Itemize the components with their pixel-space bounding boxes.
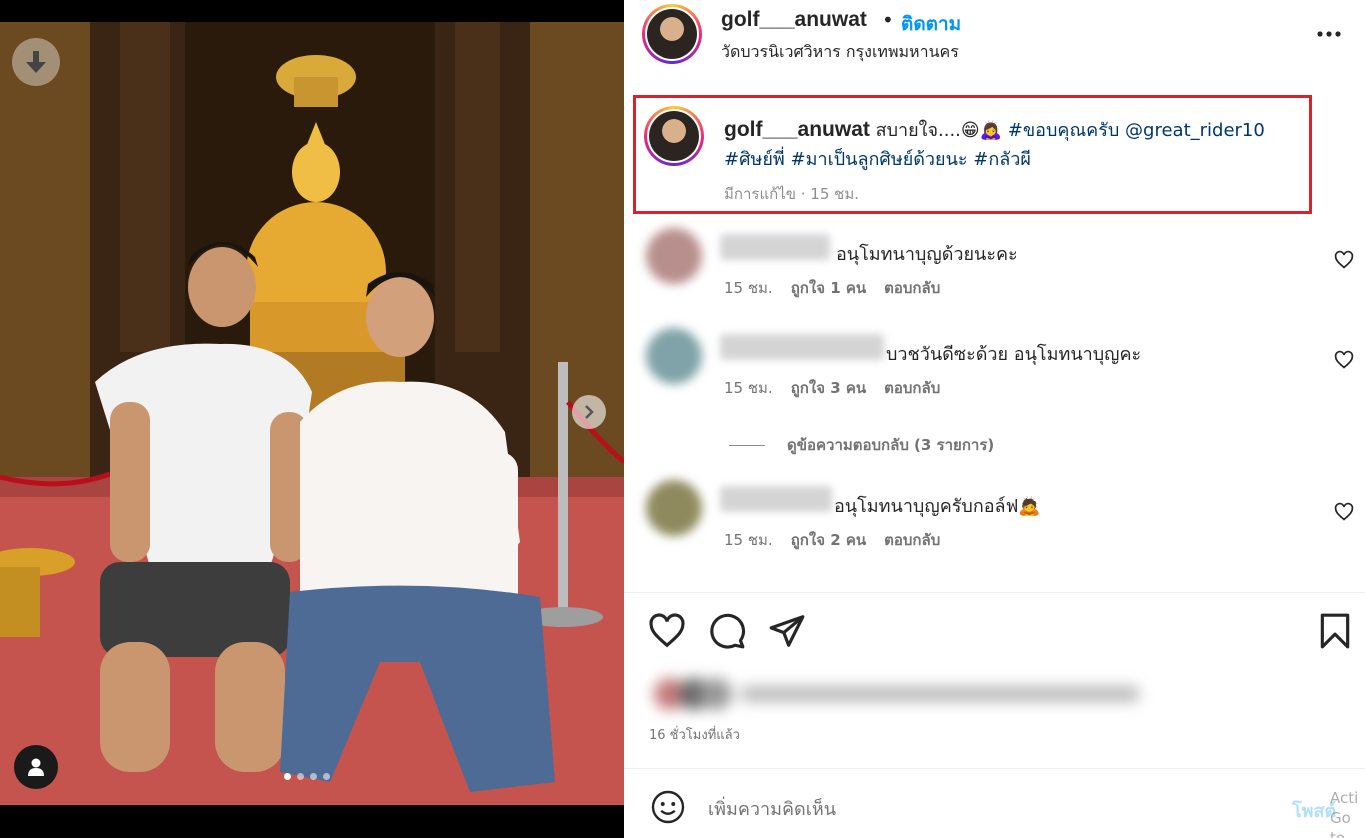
comment-likes[interactable]: ถูกใจ 2 คน [791, 528, 866, 552]
caption-username[interactable]: golf___anuwat [724, 118, 870, 141]
comment-time[interactable]: 15 ชม. [724, 276, 773, 300]
caption-highlight: golf___anuwat สบายใจ....😁🙇‍♀️ #ขอบคุณครั… [633, 95, 1312, 214]
activate-windows-watermark: Acti Go to [1330, 789, 1359, 838]
post-location[interactable]: วัดบวรนิเวศวิหาร กรุงเทพมหานคร [721, 40, 959, 65]
hashtag-link[interactable]: #ขอบคุณครับ [1008, 120, 1120, 141]
hashtag-link[interactable]: #ศิษย์พี่ [724, 149, 785, 170]
avatar-image [647, 9, 697, 59]
hashtag-link[interactable]: #กลัวผี [973, 149, 1031, 170]
comment-text: อนุโมทนาบุญครับกอล์ฟ🙇 [834, 496, 1041, 517]
carousel-dot [310, 773, 317, 780]
view-replies-label: ดูข้อความตอบกลับ (3 รายการ) [787, 436, 995, 454]
carousel-dot [323, 773, 330, 780]
comment-likes[interactable]: ถูกใจ 3 คน [791, 376, 866, 400]
avatar-image [649, 111, 699, 161]
post-photo[interactable] [0, 22, 624, 805]
comment-text: บวชวันดีซะด้วย อนุโมทนาบุญคะ [886, 344, 1142, 365]
share-button[interactable] [768, 612, 806, 650]
author-avatar[interactable] [642, 4, 702, 64]
bookmark-icon [1320, 613, 1350, 649]
avatar-inner [645, 7, 699, 61]
carousel-indicator [284, 773, 330, 780]
comment-text: อนุโมทนาบุญด้วยนะคะ [836, 244, 1018, 265]
heart-icon[interactable] [1334, 502, 1354, 522]
download-icon [26, 51, 46, 73]
hashtag-link[interactable]: #มาเป็นลูกศิษย์ด้วยนะ [791, 149, 968, 170]
carousel-next-button[interactable] [572, 395, 606, 429]
download-button[interactable] [12, 38, 60, 86]
view-replies-button[interactable]: ดูข้อความตอบกลับ (3 รายการ) [729, 433, 994, 457]
like-button[interactable] [648, 612, 686, 650]
carousel-dot [284, 773, 291, 780]
view-replies-line [729, 444, 765, 446]
post-details-pane: golf___anuwat • ติดตาม วัดบวรนิเวศวิหาร … [624, 0, 1365, 838]
comment-likes[interactable]: ถูกใจ 1 คน [791, 276, 866, 300]
user-icon [28, 758, 44, 776]
reply-button[interactable]: ตอบกลับ [884, 376, 940, 400]
comment-item: บวชวันดีซะด้วย อนุโมทนาบุญคะ 15 ชม. ถูกใ… [624, 324, 1365, 404]
reply-button[interactable]: ตอบกลับ [884, 528, 940, 552]
comment-meta: 15 ชม. ถูกใจ 3 คน ตอบกลับ [724, 376, 940, 400]
avatar-inner [647, 109, 701, 163]
temple-photo-illustration [0, 22, 624, 805]
post-photo-pane [0, 0, 624, 838]
mention-link[interactable]: @great_rider10 [1125, 120, 1265, 141]
comment-time[interactable]: 15 ชม. [724, 528, 773, 552]
post-header: golf___anuwat • ติดตาม วัดบวรนิเวศวิหาร … [624, 0, 1365, 70]
divider [624, 768, 1365, 769]
comment-item: อนุโมทนาบุญครับกอล์ฟ🙇 15 ชม. ถูกใจ 2 คน … [624, 476, 1365, 556]
comment-time[interactable]: 15 ชม. [724, 376, 773, 400]
add-comment-input[interactable] [708, 792, 1268, 826]
more-horizontal-icon [1317, 31, 1341, 37]
heart-icon[interactable] [1334, 350, 1354, 370]
commenter-avatar[interactable] [646, 328, 702, 384]
divider [624, 592, 1365, 593]
author-username[interactable]: golf___anuwat [721, 8, 867, 32]
heart-icon[interactable] [1334, 250, 1354, 270]
liked-by-blurred[interactable] [650, 670, 1150, 718]
share-icon [769, 615, 805, 647]
caption-meta: มีการแก้ไข · 15 ชม. [724, 185, 859, 203]
caption-body: สบายใจ....😁🙇‍♀️ [869, 120, 1008, 141]
commenter-username-blurred[interactable] [720, 334, 884, 360]
emoji-icon [651, 790, 685, 824]
chevron-right-icon [585, 405, 594, 419]
commenter-username-blurred[interactable] [720, 486, 832, 512]
comment-meta: 15 ชม. ถูกใจ 2 คน ตอบกลับ [724, 528, 940, 552]
comment-item: อนุโมทนาบุญด้วยนะคะ 15 ชม. ถูกใจ 1 คน ตอ… [624, 224, 1365, 304]
commenter-avatar[interactable] [646, 228, 702, 284]
comment-meta: 15 ชม. ถูกใจ 1 คน ตอบกลับ [724, 276, 940, 300]
comment-icon [710, 613, 746, 649]
save-button[interactable] [1316, 612, 1354, 650]
commenter-username-blurred[interactable] [720, 234, 830, 260]
commenter-avatar[interactable] [646, 480, 702, 536]
more-options-button[interactable] [1314, 22, 1344, 46]
emoji-button[interactable] [650, 789, 686, 825]
follow-button[interactable]: ติดตาม [901, 9, 961, 39]
reply-button[interactable]: ตอบกลับ [884, 276, 940, 300]
post-timestamp[interactable]: 16 ชั่วโมงที่แล้ว [649, 724, 740, 745]
heart-icon [649, 613, 685, 648]
comment-button[interactable] [708, 612, 746, 650]
caption-avatar[interactable] [644, 106, 704, 166]
tagged-users-button[interactable] [14, 745, 58, 789]
header-separator: • [882, 8, 894, 32]
caption-text: golf___anuwat สบายใจ....😁🙇‍♀️ #ขอบคุณครั… [724, 115, 1309, 174]
carousel-dot [297, 773, 304, 780]
